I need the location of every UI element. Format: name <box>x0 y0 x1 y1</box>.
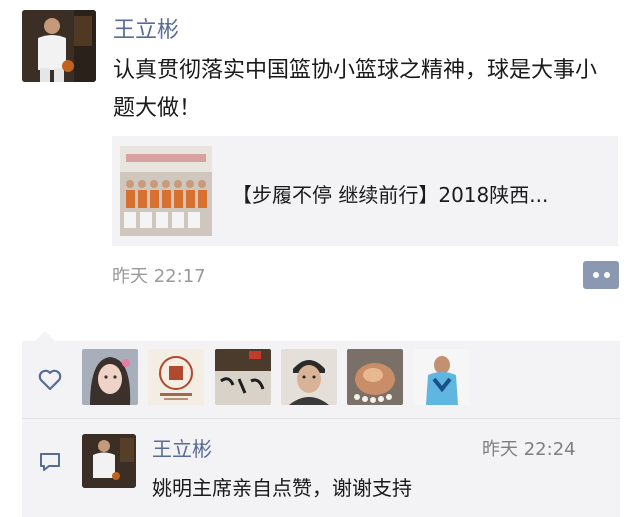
comment-timestamp: 昨天 22:24 <box>482 439 576 460</box>
person-photo-icon <box>22 10 96 82</box>
calligraphy-photo-icon <box>215 349 271 405</box>
liker-avatar-1[interactable] <box>82 349 138 405</box>
panel-divider <box>22 418 620 419</box>
post-timestamp: 昨天 22:17 <box>112 266 206 287</box>
link-title: 【步履不停 继续前行】2018陕西... <box>232 183 549 207</box>
liker-avatar-5[interactable] <box>347 349 403 405</box>
dot-icon <box>604 272 610 278</box>
link-thumbnail <box>120 146 212 236</box>
post-author-name[interactable]: 王立彬 <box>113 12 179 44</box>
liker-avatar-6[interactable] <box>414 349 470 405</box>
heart-icon <box>38 369 62 391</box>
post-avatar[interactable] <box>22 10 96 82</box>
social-panel: 王立彬 昨天 22:24 姚明主席亲自点赞，谢谢支持 <box>22 331 620 517</box>
basketball-player-icon <box>414 349 470 405</box>
seal-logo-icon <box>148 349 204 405</box>
food-photo-icon <box>347 349 403 405</box>
comment-author[interactable]: 王立彬 <box>152 433 212 462</box>
comment-icon <box>40 453 60 471</box>
liker-avatar-3[interactable] <box>215 349 271 405</box>
more-actions-button[interactable] <box>583 261 619 289</box>
comment-avatar[interactable] <box>82 434 136 488</box>
man-portrait-icon <box>281 349 337 405</box>
post-text: 认真贯彻落实中国篮协小篮球之精神，球是大事小题大做！ <box>113 58 598 121</box>
team-photo-icon <box>120 146 212 236</box>
dot-icon <box>593 272 599 278</box>
girl-photo-icon <box>82 349 138 405</box>
comment-text: 姚明主席亲自点赞，谢谢支持 <box>152 476 412 500</box>
liker-avatar-4[interactable] <box>281 349 337 405</box>
panel-notch-icon <box>34 331 56 342</box>
liker-avatar-2[interactable] <box>148 349 204 405</box>
shared-link-card[interactable]: 【步履不停 继续前行】2018陕西... <box>112 136 618 246</box>
person-photo-icon <box>82 434 136 488</box>
